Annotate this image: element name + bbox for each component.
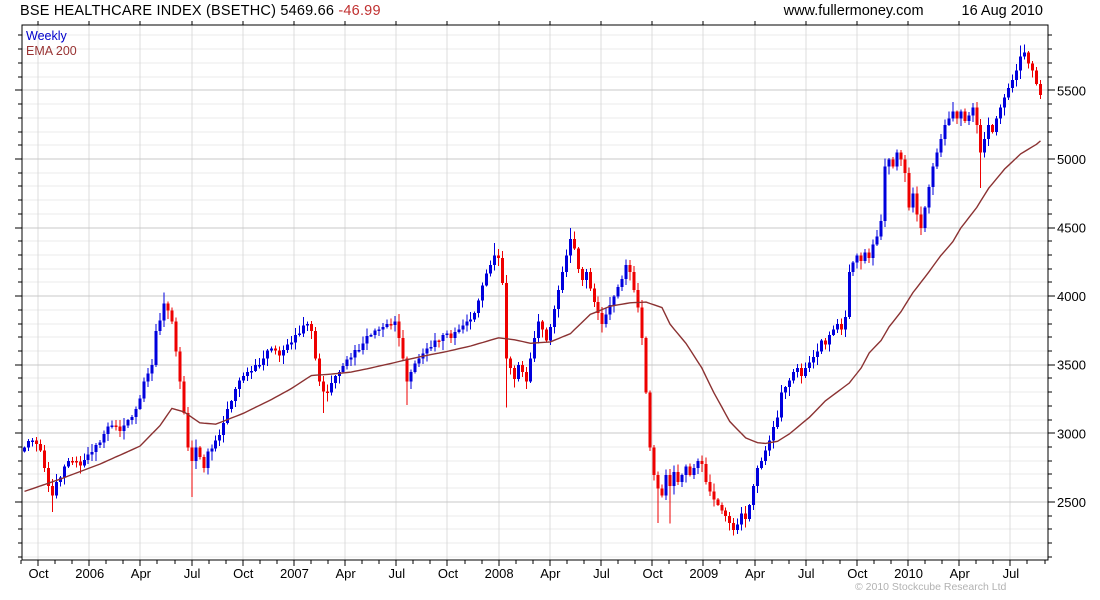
x-axis-label: Oct	[28, 566, 49, 581]
y-axis-label: 3500	[1057, 358, 1086, 373]
x-axis-label: 2010	[894, 566, 923, 581]
x-axis-label: Jul	[388, 566, 405, 581]
y-axis-label: 3000	[1057, 426, 1086, 441]
y-axis-label: 5500	[1057, 83, 1086, 98]
y-axis-label: 5000	[1057, 152, 1086, 167]
x-axis-label: Jul	[593, 566, 610, 581]
x-axis-label: 2007	[280, 566, 309, 581]
x-axis-label: Oct	[233, 566, 254, 581]
x-axis-label: Oct	[847, 566, 868, 581]
x-axis-label: Apr	[335, 566, 356, 581]
legend-weekly: Weekly	[26, 29, 67, 43]
x-axis-label: 2006	[75, 566, 104, 581]
x-axis-labels: Oct 2006 Apr Jul Oct 2007 Apr Jul Oct 2008 Apr Jul O…	[28, 566, 1019, 581]
x-axis-label: Apr	[540, 566, 561, 581]
x-axis-label: Oct	[438, 566, 459, 581]
x-axis-label: Jul	[798, 566, 815, 581]
x-axis-label: Jul	[184, 566, 201, 581]
plot-axes	[15, 21, 1055, 566]
x-axis-label: Apr	[745, 566, 766, 581]
y-grid-major	[22, 89, 1048, 503]
x-axis-label: Apr	[950, 566, 971, 581]
x-grid	[37, 25, 1011, 560]
price-chart-canvas: 2500 3000 3500 4000 4500 5000 5500 Oct 2006 Apr Ju…	[15, 21, 1086, 581]
y-axis-label: 4500	[1057, 221, 1086, 236]
y-axis-label: 2500	[1057, 495, 1086, 510]
legend-ema-200: EMA 200	[26, 44, 77, 58]
x-axis-label: Oct	[643, 566, 664, 581]
x-axis-label: 2009	[689, 566, 718, 581]
chart-page: BSE HEALTHCARE INDEX (BSETHC) 5469.66 -4…	[0, 0, 1100, 600]
ema-line	[24, 140, 1041, 493]
y-axis-labels: 2500 3000 3500 4000 4500 5000 5500	[1057, 83, 1086, 510]
y-axis-label: 4000	[1057, 289, 1086, 304]
copyright-notice: © 2010 Stockcube Research Ltd	[855, 581, 1007, 593]
x-axis-label: Apr	[131, 566, 152, 581]
x-axis-label: 2008	[485, 566, 514, 581]
x-axis-label: Jul	[1003, 566, 1020, 581]
